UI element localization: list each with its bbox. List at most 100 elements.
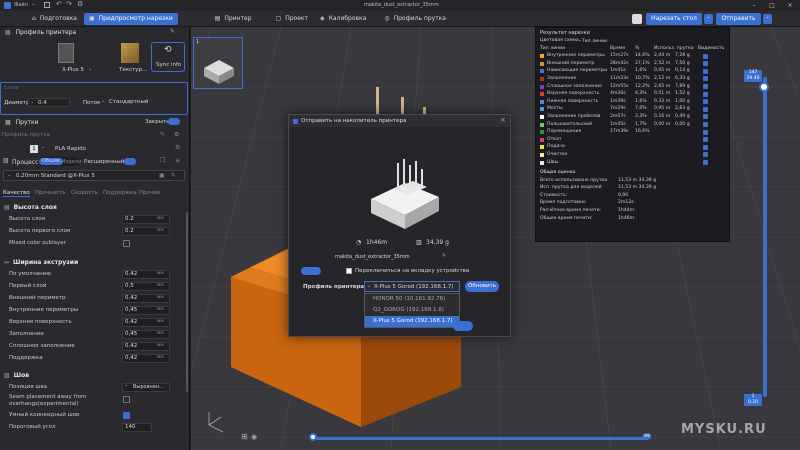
settings-scrollbar[interactable] [186, 212, 188, 392]
close-toggle[interactable] [168, 118, 180, 125]
edit-icon[interactable]: ✎ [171, 172, 176, 179]
refresh-button[interactable]: Обновить [465, 281, 499, 292]
advanced-toggle[interactable] [124, 158, 136, 165]
compare-icon[interactable]: ≡ [175, 157, 180, 164]
visibility-checkbox[interactable] [703, 99, 708, 105]
tab-filament-profile[interactable]: ◎ Профиль прутка [379, 13, 451, 25]
slice-plate-button[interactable]: Нарезать стол [646, 13, 702, 25]
view-icon[interactable]: ⊞ [241, 432, 248, 441]
seam-position-select[interactable]: Выровнен... [122, 383, 170, 392]
visibility-checkbox[interactable] [703, 129, 708, 135]
subtab-other[interactable]: Прочее [139, 190, 160, 196]
visibility-checkbox[interactable] [703, 122, 708, 128]
subtab-strength[interactable]: Прочность [35, 190, 66, 196]
printer-profile-label: Профиль принтера [303, 284, 365, 290]
line-type-pct: 27,1% [635, 60, 650, 66]
sync-icon: ⟲ [164, 45, 172, 55]
process-models-option[interactable]: Модели [61, 159, 81, 165]
slice-options-icon[interactable] [632, 14, 642, 24]
plate-thumbnail[interactable]: 1 [193, 37, 243, 89]
edit-icon[interactable]: ✎ [442, 253, 446, 259]
visibility-checkbox[interactable] [703, 53, 708, 59]
settings-icon[interactable]: ⚙ [174, 131, 179, 138]
process-mode-switch[interactable]: Общие Модели [38, 157, 81, 166]
visibility-checkbox[interactable] [703, 114, 708, 120]
subtab-quality[interactable]: Качество [3, 190, 30, 197]
save-icon[interactable] [44, 2, 50, 8]
move-slider-handle[interactable] [309, 433, 317, 441]
settings-icon[interactable]: ⚙ [77, 0, 83, 8]
chevron-down-icon[interactable]: ⌄ [763, 14, 772, 24]
line-type-time: 12m55s [610, 83, 629, 89]
visibility-checkbox[interactable] [703, 76, 708, 82]
visibility-checkbox[interactable] [703, 106, 708, 112]
process-common-option[interactable]: Общие [39, 158, 64, 165]
process-profile-select[interactable]: ⌄ 0.20mm Standard @X-Plus 5 ▣ ✎ [3, 170, 185, 181]
tab-calibration[interactable]: ◈ Калибровка [315, 13, 371, 25]
first-layer-row: Высота первого слоя 0.2 мм [0, 225, 186, 237]
layer-slider[interactable] [763, 77, 767, 397]
chevron-down-icon[interactable]: ⌄ [704, 14, 713, 24]
chevron-down-icon: ⌄ [7, 172, 12, 178]
subtab-speed[interactable]: Скорость [71, 190, 98, 196]
save-icon[interactable]: ▣ [159, 172, 165, 179]
tab-preview[interactable]: ▣ Предпросмотр нарезки [83, 12, 178, 25]
close-button[interactable]: × [781, 0, 799, 11]
sync-info-card[interactable]: ⟲ Sync info [151, 42, 185, 72]
subtab-support[interactable]: Поддержка [103, 190, 137, 196]
summary-row: Расчётное время печати: 1h44m [536, 207, 729, 215]
edit-icon[interactable]: ✎ [160, 131, 165, 138]
weight-icon: ▥ [416, 239, 422, 246]
undo-icon[interactable]: ↶ [56, 0, 62, 8]
move-slider[interactable] [313, 437, 649, 440]
layer-top-handle[interactable] [759, 82, 769, 92]
maximize-button[interactable]: □ [763, 0, 781, 11]
redo-icon[interactable]: ↷ [66, 0, 72, 8]
summary-value: 11,53 m 34,39 g [618, 185, 657, 191]
settings-icon[interactable]: ⚙ [175, 144, 180, 151]
visibility-checkbox[interactable] [703, 144, 708, 150]
switch-tab-checkbox[interactable] [346, 268, 352, 274]
storage-toggle[interactable] [301, 267, 321, 275]
visibility-checkbox[interactable] [703, 84, 708, 90]
width-label: Сплошное заполнение [9, 343, 75, 349]
color-scheme-select[interactable]: ⌄ Тип линии [578, 38, 607, 44]
tab-printer[interactable]: ▤ Принтер [210, 13, 257, 25]
send-button[interactable]: Отправить [716, 13, 761, 25]
threshold-input[interactable]: 140 [122, 422, 152, 432]
dialog-title-bar: Отправить на накопитель принтера [289, 115, 510, 127]
tab-prepare[interactable]: ⌂ Подготовка [27, 13, 82, 25]
file-menu[interactable]: Файл [14, 2, 28, 8]
line-type-name: Перемещения [547, 129, 582, 135]
visibility-checkbox[interactable] [703, 68, 708, 74]
minimize-button[interactable]: – [745, 0, 763, 11]
printer-select[interactable]: ⌄ X-Plus 5 Gorod (192.168.1.7) [364, 281, 460, 292]
edit-icon[interactable]: ✎ [170, 28, 175, 35]
close-icon[interactable]: × [500, 116, 506, 124]
texture-card[interactable]: Текстур... [112, 40, 147, 80]
printer-option[interactable]: Q2_GOROG (192.168.1.8) [365, 305, 459, 316]
seam-away-checkbox[interactable] [123, 396, 130, 403]
line-type-pct: 12,2% [635, 83, 650, 89]
filament-icon: ▦ [5, 119, 11, 126]
visibility-checkbox[interactable] [703, 91, 708, 97]
printer-card[interactable]: X-Plus 5 ⌄ [40, 40, 106, 80]
filament-name[interactable]: PLA Rapido [55, 146, 86, 152]
visibility-checkbox[interactable] [703, 160, 708, 165]
visibility-checkbox[interactable] [703, 152, 708, 158]
visibility-checkbox[interactable] [703, 137, 708, 143]
diameter-select[interactable]: ⌄ 0.4 [28, 98, 70, 107]
calibration-icon: ◈ [320, 15, 325, 22]
printer-option[interactable]: X-Plus 5 Gorod (192.168.1.7) [365, 316, 459, 327]
flow-select[interactable]: ⌄ Стандартный [101, 98, 151, 107]
tab-project[interactable]: ▢ Проект [271, 13, 313, 25]
copy-icon[interactable]: ❐ [160, 157, 165, 164]
camera-icon[interactable]: ◉ [251, 433, 257, 441]
mixed-color-checkbox[interactable] [123, 239, 130, 247]
visibility-checkbox[interactable] [703, 61, 708, 67]
line-type-row: Мосты 7m29s 7,0% 0,95 m 2,83 g [536, 105, 729, 113]
send-button[interactable] [453, 321, 473, 331]
printer-option[interactable]: HONOR 50 (10.161.92.76) [365, 294, 459, 305]
smart-seam-checkbox[interactable] [123, 411, 130, 419]
line-type-row: Швы [536, 159, 729, 167]
